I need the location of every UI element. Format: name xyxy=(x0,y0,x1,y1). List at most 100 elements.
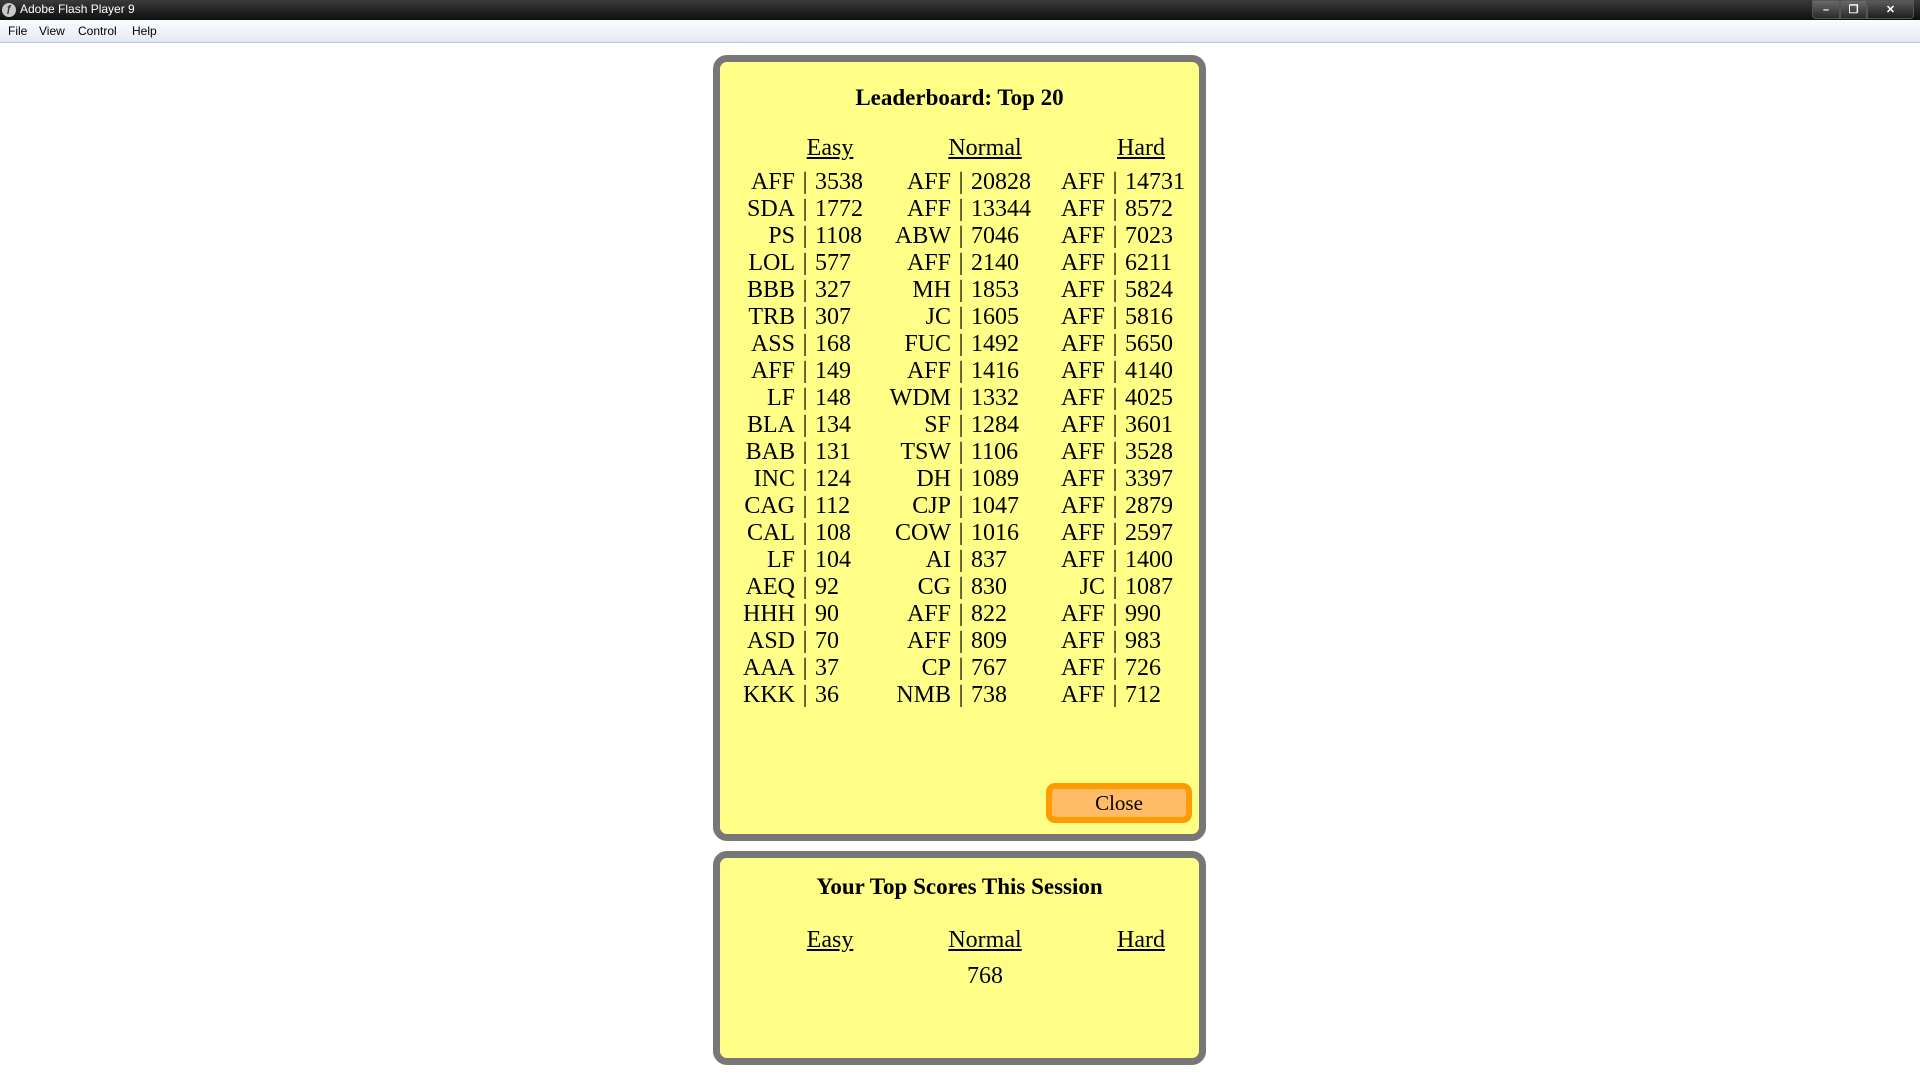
separator: | xyxy=(958,628,964,654)
player-score: 2597 xyxy=(1125,520,1173,546)
leaderboard-list-normal: AFF | 20828 AFF | 13344 ABW | 7046 AFF | 2140 MH | 185… xyxy=(868,169,1051,709)
player-name: AFF xyxy=(906,358,951,384)
separator: | xyxy=(958,358,964,384)
separator: | xyxy=(958,385,964,411)
separator: | xyxy=(958,439,964,465)
leaderboard-row: AFF | 3601 xyxy=(1035,412,1205,439)
player-name: AFF xyxy=(1060,385,1105,411)
player-name: AFF xyxy=(1060,628,1105,654)
separator: | xyxy=(802,682,808,708)
player-name: BLA xyxy=(747,412,795,438)
leaderboard-row: COW | 1016 xyxy=(868,520,1051,547)
maximize-button[interactable]: ❐ xyxy=(1840,0,1867,19)
player-name: DH xyxy=(916,466,951,492)
player-name: CAG xyxy=(744,493,795,519)
leaderboard-row: AFF | 6211 xyxy=(1035,250,1205,277)
player-name: SDA xyxy=(746,196,795,222)
menu-view[interactable]: View xyxy=(39,24,65,38)
player-name: LF xyxy=(766,385,795,411)
leaderboard-row: MH | 1853 xyxy=(868,277,1051,304)
session-header-easy: Easy xyxy=(806,927,854,953)
player-name: HHH xyxy=(743,601,795,627)
separator: | xyxy=(958,304,964,330)
menu-file[interactable]: File xyxy=(8,24,27,38)
leaderboard-row: AFF | 983 xyxy=(1035,628,1205,655)
leaderboard-panel: Leaderboard: Top 20 Easy Normal Hard AFF… xyxy=(713,55,1206,841)
player-name: AFF xyxy=(1060,196,1105,222)
player-name: AFF xyxy=(906,169,951,195)
separator: | xyxy=(1112,250,1118,276)
leaderboard-row: AFF | 3528 xyxy=(1035,439,1205,466)
separator: | xyxy=(802,250,808,276)
player-score: 983 xyxy=(1125,628,1161,654)
leaderboard-row: AFF | 13344 xyxy=(868,196,1051,223)
separator: | xyxy=(802,196,808,222)
leaderboard-row: AFF | 4140 xyxy=(1035,358,1205,385)
player-name: PS xyxy=(768,223,795,249)
separator: | xyxy=(802,547,808,573)
separator: | xyxy=(1112,655,1118,681)
player-name: ASS xyxy=(750,331,795,357)
leaderboard-row: AFF | 5824 xyxy=(1035,277,1205,304)
player-name: AFF xyxy=(1060,331,1105,357)
player-name: AFF xyxy=(1060,277,1105,303)
separator: | xyxy=(1112,466,1118,492)
separator: | xyxy=(802,628,808,654)
menu-control[interactable]: Control xyxy=(78,24,117,38)
leaderboard-row: AFF | 809 xyxy=(868,628,1051,655)
player-name: JC xyxy=(925,304,951,330)
separator: | xyxy=(1112,304,1118,330)
separator: | xyxy=(1112,169,1118,195)
player-name: CP xyxy=(921,655,951,681)
separator: | xyxy=(1112,574,1118,600)
separator: | xyxy=(802,223,808,249)
separator: | xyxy=(802,574,808,600)
session-header-normal: Normal xyxy=(948,927,1022,953)
separator: | xyxy=(958,682,964,708)
leaderboard-row: AFF | 726 xyxy=(1035,655,1205,682)
leaderboard-header-normal: Normal xyxy=(948,135,1022,161)
player-name: AFF xyxy=(1060,466,1105,492)
menu-help[interactable]: Help xyxy=(132,24,157,38)
separator: | xyxy=(1112,223,1118,249)
player-score: 3397 xyxy=(1125,466,1173,492)
player-name: AFF xyxy=(1060,169,1105,195)
player-score: 726 xyxy=(1125,655,1161,681)
minimize-button[interactable]: – xyxy=(1812,0,1840,19)
separator: | xyxy=(802,385,808,411)
separator: | xyxy=(958,574,964,600)
leaderboard-row: AFF | 1416 xyxy=(868,358,1051,385)
separator: | xyxy=(1112,601,1118,627)
session-normal-score: 768 xyxy=(967,963,1003,989)
session-title: Your Top Scores This Session xyxy=(816,874,1103,899)
player-name: AFF xyxy=(750,169,795,195)
player-name: CJP xyxy=(912,493,951,519)
leaderboard-row: AFF | 822 xyxy=(868,601,1051,628)
leaderboard-row: AFF | 2879 xyxy=(1035,493,1205,520)
leaderboard-row: CJP | 1047 xyxy=(868,493,1051,520)
separator: | xyxy=(802,655,808,681)
separator: | xyxy=(802,277,808,303)
separator: | xyxy=(802,601,808,627)
player-name: ABW xyxy=(895,223,951,249)
separator: | xyxy=(958,601,964,627)
separator: | xyxy=(802,439,808,465)
window-controls: – ❐ ✕ xyxy=(1812,0,1914,19)
separator: | xyxy=(1112,331,1118,357)
leaderboard-row: JC | 1605 xyxy=(868,304,1051,331)
separator: | xyxy=(802,358,808,384)
window-title: Adobe Flash Player 9 xyxy=(20,2,135,16)
player-name: AAA xyxy=(743,655,795,681)
player-score: 5816 xyxy=(1125,304,1173,330)
player-score: 4140 xyxy=(1125,358,1173,384)
player-name: CAL xyxy=(747,520,795,546)
leaderboard-list-hard: AFF | 14731 AFF | 8572 AFF | 7023 AFF | 6211 AFF | 582… xyxy=(1035,169,1205,709)
leaderboard-row: WDM | 1332 xyxy=(868,385,1051,412)
close-button[interactable]: Close xyxy=(1046,783,1192,823)
close-window-button[interactable]: ✕ xyxy=(1867,0,1914,19)
player-score: 1087 xyxy=(1125,574,1173,600)
player-name: AI xyxy=(925,547,951,573)
leaderboard-row: SF | 1284 xyxy=(868,412,1051,439)
player-name: AFF xyxy=(1060,358,1105,384)
player-name: AFF xyxy=(1060,493,1105,519)
